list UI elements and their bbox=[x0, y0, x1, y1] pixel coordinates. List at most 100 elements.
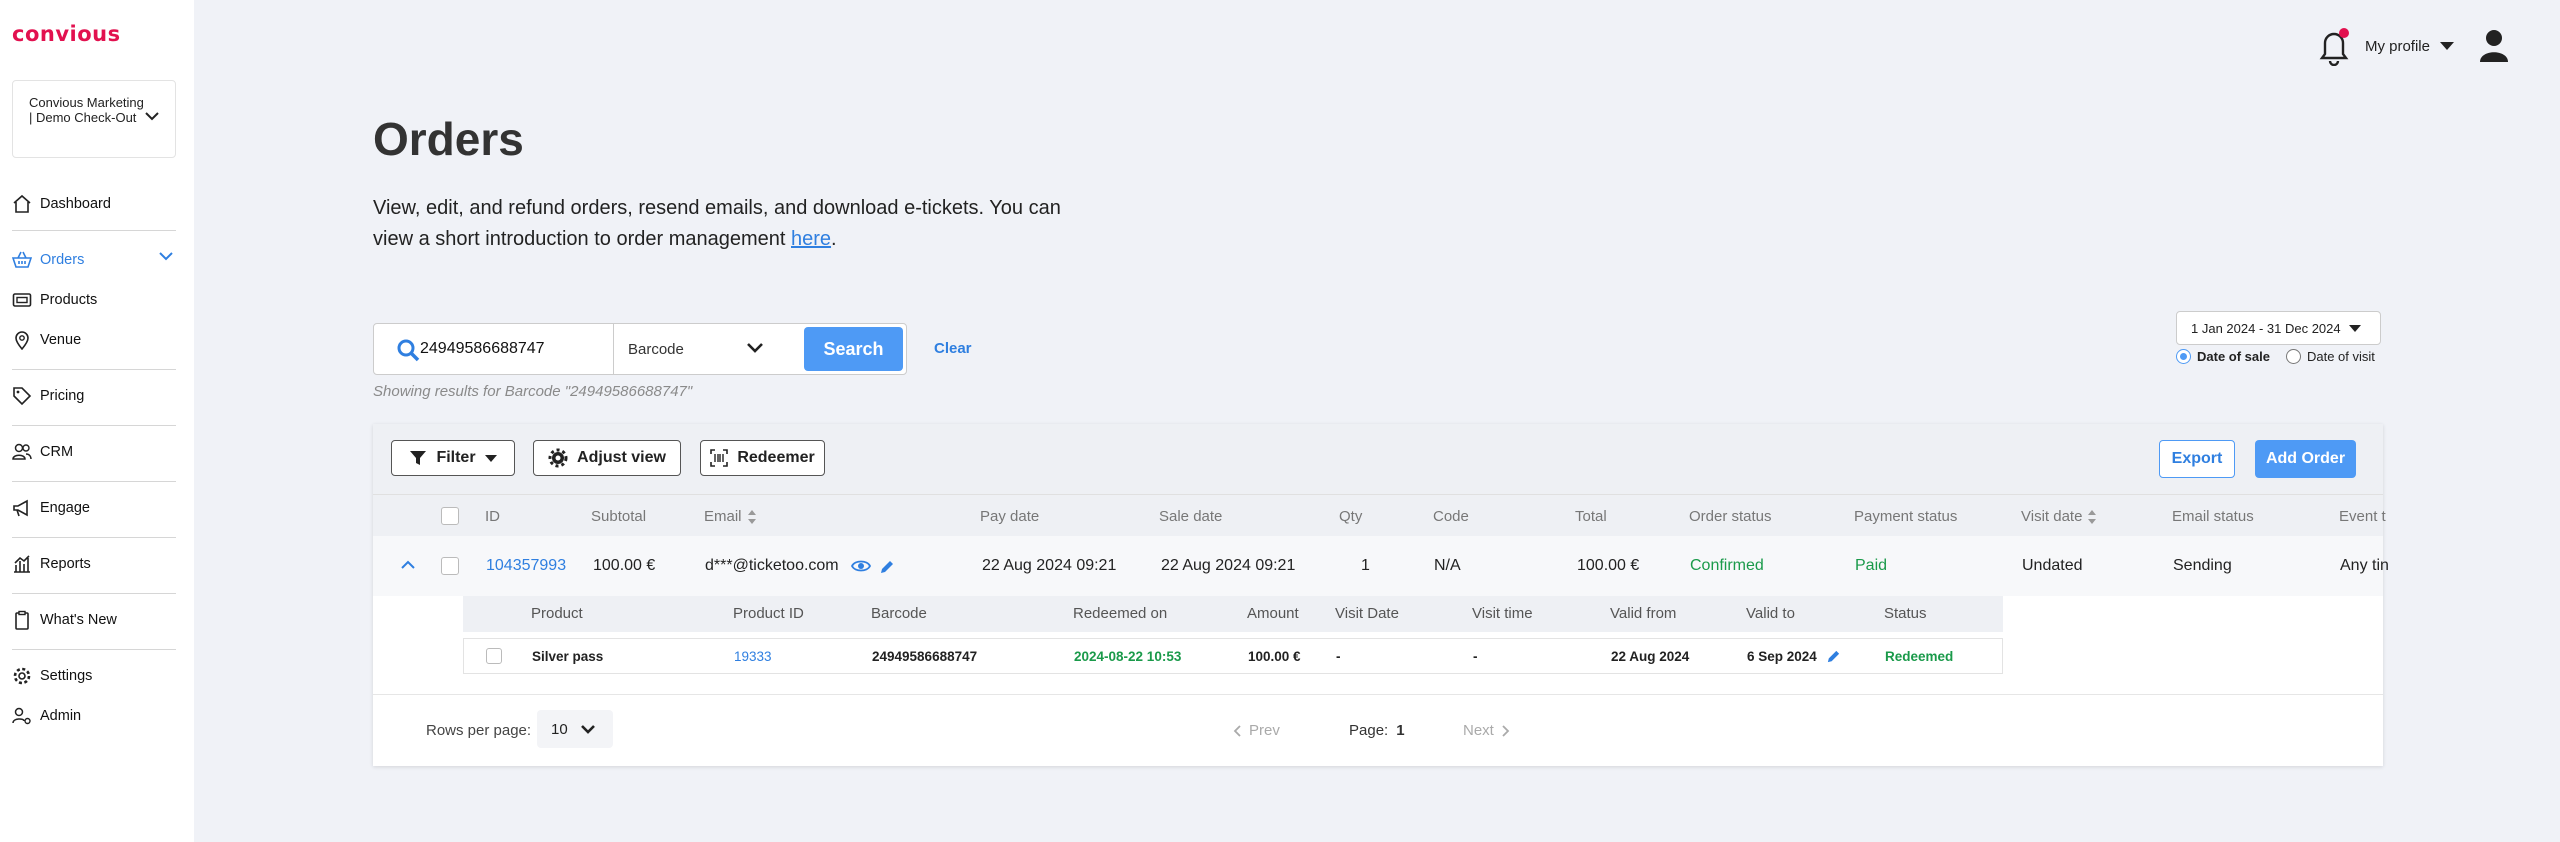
pencil-icon[interactable] bbox=[1826, 649, 1841, 664]
pencil-icon[interactable] bbox=[879, 559, 895, 575]
col-pay-date[interactable]: Pay date bbox=[980, 508, 1039, 525]
sort-icon bbox=[747, 509, 756, 524]
profile-menu[interactable]: My profile bbox=[2365, 38, 2454, 55]
page-intro: View, edit, and refund orders, resend em… bbox=[373, 193, 1073, 255]
radio-date-of-visit[interactable]: Date of visit bbox=[2285, 349, 2375, 364]
item-redeemed-on: 2024-08-22 10:53 bbox=[1074, 649, 1182, 664]
search-input[interactable] bbox=[374, 324, 614, 374]
sidebar-item-venue[interactable]: Venue bbox=[12, 330, 81, 350]
sidebar-item-products[interactable]: Products bbox=[12, 290, 97, 310]
clear-search-link[interactable]: Clear bbox=[934, 340, 972, 357]
item-valid-to: 6 Sep 2024 bbox=[1747, 649, 1817, 664]
prev-page-button[interactable]: Prev bbox=[1233, 722, 1280, 739]
subcol-visit-date: Visit Date bbox=[1335, 605, 1399, 622]
redeemer-button[interactable]: Redeemer bbox=[700, 440, 825, 476]
item-product-id-link[interactable]: 19333 bbox=[734, 649, 772, 664]
notifications-bell[interactable] bbox=[2317, 26, 2351, 67]
adjust-view-button[interactable]: Adjust view bbox=[533, 440, 681, 476]
add-order-button[interactable]: Add Order bbox=[2255, 440, 2356, 478]
col-payment-status[interactable]: Payment status bbox=[1854, 508, 1957, 525]
clipboard-icon bbox=[15, 610, 29, 630]
search-field-select[interactable]: Barcode bbox=[628, 324, 778, 374]
sidebar-item-label: Orders bbox=[40, 252, 85, 268]
subcol-product: Product bbox=[531, 605, 583, 622]
radio-circle bbox=[2285, 349, 2301, 364]
sidebar-divider bbox=[12, 593, 176, 594]
export-button[interactable]: Export bbox=[2159, 440, 2235, 478]
col-qty[interactable]: Qty bbox=[1339, 508, 1362, 525]
caret-down-icon bbox=[484, 454, 497, 462]
select-all-checkbox[interactable] bbox=[441, 507, 459, 525]
subtable-row[interactable]: Silver pass 19333 24949586688747 2024-08… bbox=[463, 638, 2003, 674]
order-code: N/A bbox=[1434, 557, 1461, 574]
item-status: Redeemed bbox=[1885, 649, 1954, 664]
order-sale-date: 22 Aug 2024 09:21 bbox=[1161, 557, 1296, 574]
col-email[interactable]: Email bbox=[704, 508, 757, 525]
megaphone-icon bbox=[13, 499, 28, 517]
chart-icon bbox=[14, 555, 30, 573]
pagination-bar: Rows per page: 10 Prev Page: 1 Next bbox=[373, 710, 2383, 754]
sidebar-item-reports[interactable]: Reports bbox=[12, 554, 91, 574]
item-product: Silver pass bbox=[532, 649, 604, 664]
item-valid-from: 22 Aug 2024 bbox=[1611, 649, 1690, 664]
sidebar-item-admin[interactable]: Admin bbox=[12, 706, 81, 726]
intro-help-link[interactable]: here bbox=[791, 228, 831, 250]
avatar-icon[interactable] bbox=[2478, 29, 2510, 63]
row-checkbox[interactable] bbox=[441, 557, 459, 575]
col-total[interactable]: Total bbox=[1575, 508, 1607, 525]
pin-icon bbox=[15, 331, 29, 350]
chevron-left-icon bbox=[1233, 724, 1241, 737]
date-type-radios: Date of sale Date of visit bbox=[2176, 349, 2375, 364]
next-label: Next bbox=[1463, 722, 1494, 739]
col-visit-date[interactable]: Visit date bbox=[2021, 508, 2097, 525]
col-subtotal[interactable]: Subtotal bbox=[591, 508, 646, 525]
filter-button[interactable]: Filter bbox=[391, 440, 515, 476]
table-header: ID Subtotal Email Pay date Sale date Qty… bbox=[373, 494, 2386, 536]
orders-card: Filter Adjust view Redeemer Export Add O… bbox=[373, 424, 2389, 766]
col-id[interactable]: ID bbox=[485, 508, 500, 525]
col-event[interactable]: Event t bbox=[2339, 508, 2386, 525]
sidebar-item-dashboard[interactable]: Dashboard bbox=[12, 194, 111, 214]
page-indicator: Page: 1 bbox=[1349, 722, 1405, 739]
home-icon bbox=[13, 194, 31, 213]
item-visit-time: - bbox=[1473, 649, 1478, 664]
organization-selector[interactable]: Convious Marketing | Demo Check-Out bbox=[12, 80, 176, 158]
col-code[interactable]: Code bbox=[1433, 508, 1469, 525]
radio-label: Date of visit bbox=[2306, 349, 2375, 364]
sidebar-item-pricing[interactable]: Pricing bbox=[12, 386, 84, 406]
sidebar-divider bbox=[12, 425, 176, 426]
convious-logo[interactable]: convious bbox=[12, 22, 121, 46]
page-title: Orders bbox=[373, 113, 524, 165]
ticket-icon bbox=[12, 293, 32, 307]
rows-per-page-select[interactable]: 10 bbox=[537, 710, 613, 748]
basket-icon bbox=[12, 251, 32, 268]
order-event: Any tin bbox=[2340, 557, 2389, 574]
order-id-link[interactable]: 104357993 bbox=[486, 557, 566, 575]
date-range-picker[interactable]: 1 Jan 2024 - 31 Dec 2024 bbox=[2176, 311, 2381, 345]
organization-name: Convious Marketing | Demo Check-Out bbox=[29, 95, 144, 125]
col-sale-date[interactable]: Sale date bbox=[1159, 508, 1222, 525]
col-order-status[interactable]: Order status bbox=[1689, 508, 1772, 525]
sidebar-item-crm[interactable]: CRM bbox=[12, 442, 73, 462]
chevron-down-icon[interactable] bbox=[158, 250, 174, 262]
intro-text: View, edit, and refund orders, resend em… bbox=[373, 197, 1061, 250]
order-items-subtable: Product Product ID Barcode Redeemed on A… bbox=[463, 596, 2003, 684]
search-button[interactable]: Search bbox=[804, 327, 903, 371]
sidebar-item-label: Reports bbox=[40, 556, 91, 572]
sidebar-item-settings[interactable]: Settings bbox=[12, 666, 92, 686]
chevron-up-icon[interactable] bbox=[401, 560, 415, 570]
order-visit-date: Undated bbox=[2022, 557, 2083, 574]
sidebar-item-orders[interactable]: Orders bbox=[12, 250, 84, 270]
next-page-button[interactable]: Next bbox=[1463, 722, 1510, 739]
table-row[interactable]: 104357993 100.00 € d***@ticketoo.com 22 … bbox=[373, 536, 2389, 596]
col-email-status[interactable]: Email status bbox=[2172, 508, 2254, 525]
eye-icon[interactable] bbox=[851, 559, 872, 573]
profile-label: My profile bbox=[2364, 37, 2430, 55]
item-checkbox[interactable] bbox=[486, 648, 502, 664]
sidebar-item-whats-new[interactable]: What's New bbox=[12, 610, 117, 630]
sidebar-item-engage[interactable]: Engage bbox=[12, 498, 90, 518]
sidebar-item-label: Products bbox=[40, 292, 98, 308]
sort-icon bbox=[2088, 509, 2097, 524]
chevron-down-icon bbox=[145, 112, 159, 121]
radio-date-of-sale[interactable]: Date of sale bbox=[2176, 349, 2270, 364]
